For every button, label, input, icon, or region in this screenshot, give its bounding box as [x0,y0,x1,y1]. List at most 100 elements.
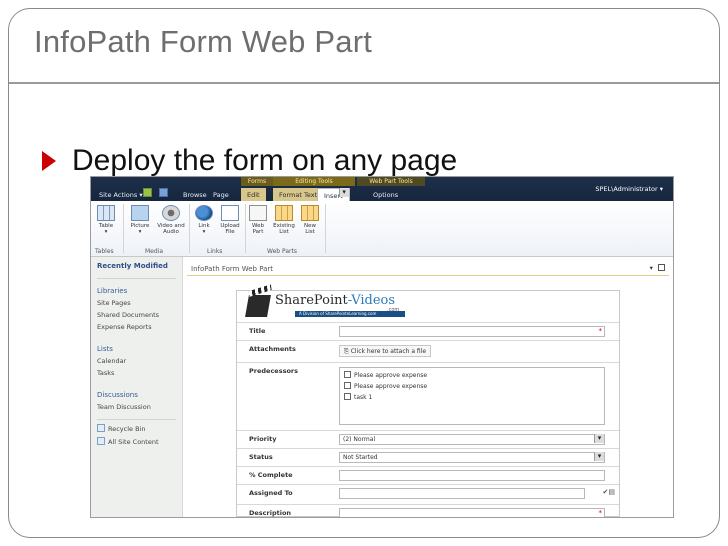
table-icon [97,205,115,221]
ql-recently-modified[interactable]: Recently Modified [97,262,176,270]
percent-complete-label: % Complete [249,471,293,479]
new-list-button[interactable]: New List [295,205,325,235]
priority-select[interactable]: (2) Normal [339,434,605,445]
attach-file-label: Click here to attach a file [350,348,427,355]
new-list-icon [301,205,319,221]
infopath-form: SharePoint-Videos .com A Division of Sha… [236,290,620,517]
web-part-icon [249,205,267,221]
bullet-text: Deploy the form on any page [72,144,458,177]
group-media: Media [145,248,164,255]
upload-file-button[interactable]: Upload File [215,205,245,235]
ql-libraries[interactable]: Libraries [97,287,176,295]
percent-complete-input[interactable] [339,470,605,481]
bullet-arrow-icon [42,151,56,171]
required-mark: * [598,509,603,517]
ql-recycle-bin[interactable]: Recycle Bin [97,424,176,433]
tab-edit[interactable]: Edit [241,188,266,201]
ql-team-discussion[interactable]: Team Discussion [97,403,176,411]
webpart-menu-icon[interactable]: ▾ [650,264,653,272]
ql-expense-reports[interactable]: Expense Reports [97,323,176,331]
ribbon-tab-bar: Forms Editing Tools Web Part Tools Site … [91,177,673,201]
predecessor-option[interactable]: Please approve expense [344,382,600,390]
upload-file-icon [221,205,239,221]
title-row: Title * [237,323,619,341]
ql-calendar[interactable]: Calendar [97,357,176,365]
description-input[interactable]: * [339,508,605,517]
tab-format-text[interactable]: Format Text [273,188,324,201]
webpart-title-bar: InfoPath Form Web Part ▾ [187,262,669,276]
ql-lists[interactable]: Lists [97,345,176,353]
bullet-row: Deploy the form on any page [42,144,457,178]
ribbon: Table ▾ Picture ▾ Video and Audio Link ▾… [91,201,673,257]
video-reel-icon [162,205,180,221]
ql-tasks[interactable]: Tasks [97,369,176,377]
group-links: Links [207,248,223,255]
tab-page[interactable]: Page [207,188,235,201]
logo-brand: SharePoint-Videos [275,293,395,308]
predecessors-row: Predecessors Please approve expense Plea… [237,363,619,431]
logo-brand-a: SharePoint [275,293,348,308]
group-web-parts: Web Parts [267,248,297,255]
site-actions-menu[interactable]: Site Actions ▾ [93,188,149,201]
logo-brand-b: -Videos [347,293,396,308]
check-names-icon[interactable]: ✔▤ [603,488,615,496]
attach-file-button[interactable]: ⎘ Click here to attach a file [339,345,432,357]
navigate-up-icon[interactable] [143,188,152,197]
video-audio-button[interactable]: Video and Audio [155,205,187,235]
table-button-sub: ▾ [104,229,108,235]
webpart-controls[interactable]: ▾ [650,264,665,272]
ql-divider [97,419,176,420]
tab-options[interactable]: Options [367,188,404,201]
user-menu[interactable]: SPEL\Administrator ▾ [595,185,663,193]
context-group-web-part-tools: Web Part Tools [357,177,425,186]
ribbon-separator [123,204,124,253]
predecessor-option[interactable]: task 1 [344,393,600,401]
assigned-to-label: Assigned To [249,489,293,497]
description-row: Description * [237,505,619,517]
context-group-editing-tools: Editing Tools [273,177,355,186]
priority-label: Priority [249,435,277,443]
ql-discussions[interactable]: Discussions [97,391,176,399]
video-button-sub: Audio [163,229,179,235]
attachments-label: Attachments [249,345,296,353]
logo-tagline: A Division of SharePointeLearning.com [295,311,405,317]
ql-shared-documents[interactable]: Shared Documents [97,311,176,319]
picture-button-sub: ▾ [138,229,142,235]
ql-divider [97,278,176,279]
percent-complete-row: % Complete [237,467,619,485]
assigned-to-input[interactable] [339,488,585,499]
edit-page-icon[interactable] [159,188,168,197]
attachments-row: Attachments ⎘ Click here to attach a fil… [237,341,619,363]
status-select[interactable]: Not Started [339,452,605,463]
picture-button[interactable]: Picture ▾ [125,205,155,235]
title-input[interactable]: * [339,326,605,337]
context-group-forms: Forms [241,177,273,186]
description-label: Description [249,509,292,517]
slide-title: InfoPath Form Web Part [34,24,373,59]
group-tables: Tables [95,248,114,255]
priority-row: Priority (2) Normal [237,431,619,449]
title-divider [9,82,719,84]
predecessors-label: Predecessors [249,367,298,375]
sharepoint-screenshot: Forms Editing Tools Web Part Tools Site … [90,176,674,518]
required-mark: * [598,327,603,335]
sharepoint-videos-logo: SharePoint-Videos .com A Division of Sha… [237,291,619,323]
ribbon-separator [325,204,326,253]
picture-icon [131,205,149,221]
webpart-select-checkbox[interactable] [658,264,665,271]
quick-launch: Recently Modified Libraries Site Pages S… [91,257,183,517]
existing-list-icon [275,205,293,221]
main-content: InfoPath Form Web Part ▾ SharePoint-Vide… [183,257,673,517]
predecessor-option[interactable]: Please approve expense [344,371,600,379]
ql-site-pages[interactable]: Site Pages [97,299,176,307]
upload-button-sub: File [225,229,235,235]
assigned-to-row: Assigned To ✔▤ [237,485,619,505]
ql-all-site-content[interactable]: All Site Content [97,437,176,446]
webpart-title: InfoPath Form Web Part [191,265,274,273]
status-label: Status [249,453,273,461]
tab-insert[interactable]: Insert [317,188,350,201]
clapperboard-icon [245,295,271,317]
table-button[interactable]: Table ▾ [91,205,121,235]
title-label: Title [249,327,266,335]
new-list-sub: List [305,229,315,235]
